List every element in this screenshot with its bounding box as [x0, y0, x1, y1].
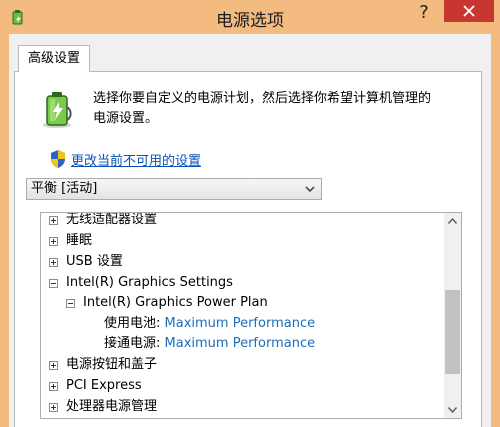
- scroll-up-icon[interactable]: [448, 218, 457, 224]
- power-options-window: 电源选项 ? 高级设置 选择你要自定义的电源计划，然后选择你希望计算机管理的 电…: [0, 0, 500, 427]
- change-unavailable-settings-link[interactable]: 更改当前不可用的设置: [71, 150, 201, 169]
- settings-tree[interactable]: 无线适配器设置 睡眠 USB 设置 Intel(R) Graphics Sett…: [40, 212, 462, 419]
- expand-icon[interactable]: [49, 237, 58, 246]
- shield-icon: [51, 150, 65, 168]
- help-button[interactable]: ?: [404, 0, 444, 27]
- tree-item-pci-express[interactable]: PCI Express: [47, 376, 142, 396]
- chevron-down-icon: [305, 186, 315, 192]
- expand-icon[interactable]: [49, 382, 58, 391]
- collapse-icon[interactable]: [49, 279, 58, 288]
- collapse-icon[interactable]: [66, 299, 75, 308]
- setting-label: 使用电池:: [104, 316, 161, 331]
- close-button[interactable]: [444, 0, 494, 22]
- tree-item-intel-graphics-power-plan[interactable]: Intel(R) Graphics Power Plan: [64, 293, 268, 313]
- tree-item-processor-power[interactable]: 处理器电源管理: [47, 397, 157, 417]
- battery-icon: [43, 92, 72, 128]
- tree-item-plugged-in[interactable]: 接通电源: Maximum Performance: [104, 334, 315, 354]
- power-plan-select-value: 平衡 [活动]: [31, 181, 98, 196]
- advanced-settings-panel: 选择你要自定义的电源计划，然后选择你希望计算机管理的 电源设置。 更改当前不可用…: [14, 71, 482, 427]
- description-line-1: 选择你要自定义的电源计划，然后选择你希望计算机管理的: [93, 91, 432, 106]
- dialog-client-area: 高级设置 选择你要自定义的电源计划，然后选择你希望计算机管理的 电源设置。 更改…: [9, 34, 491, 427]
- expand-icon[interactable]: [49, 216, 58, 225]
- setting-value-link[interactable]: Maximum Performance: [165, 336, 316, 351]
- tree-item-sleep[interactable]: 睡眠: [47, 231, 92, 251]
- description-line-2: 电源设置。: [93, 111, 159, 126]
- power-plan-select[interactable]: 平衡 [活动]: [26, 178, 322, 200]
- scroll-down-icon[interactable]: [448, 407, 457, 413]
- tree-item-power-buttons-lid[interactable]: 电源按钮和盖子: [47, 355, 157, 375]
- vertical-scrollbar[interactable]: [444, 213, 461, 418]
- tree-item-intel-graphics-settings[interactable]: Intel(R) Graphics Settings: [47, 273, 233, 293]
- expand-icon[interactable]: [49, 403, 58, 412]
- setting-value-link[interactable]: Maximum Performance: [165, 316, 316, 331]
- setting-label: 接通电源:: [104, 336, 161, 351]
- tree-item-usb-settings[interactable]: USB 设置: [47, 252, 123, 272]
- close-icon: [463, 5, 475, 17]
- title-bar[interactable]: 电源选项 ?: [0, 0, 500, 34]
- tree-item-on-battery[interactable]: 使用电池: Maximum Performance: [104, 314, 315, 334]
- tab-advanced-settings[interactable]: 高级设置: [18, 45, 90, 72]
- scrollbar-thumb[interactable]: [445, 290, 460, 374]
- expand-icon[interactable]: [49, 361, 58, 370]
- tree-item-wireless-adapter[interactable]: 无线适配器设置: [47, 213, 157, 230]
- expand-icon[interactable]: [49, 258, 58, 267]
- description-text: 选择你要自定义的电源计划，然后选择你希望计算机管理的 电源设置。: [93, 89, 473, 129]
